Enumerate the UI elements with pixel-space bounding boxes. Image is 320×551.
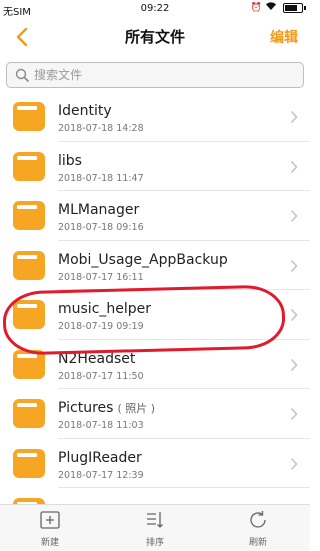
search-icon bbox=[15, 68, 29, 82]
file-date: 2018-07-19 09:19 bbox=[58, 321, 144, 332]
folder-icon bbox=[13, 399, 45, 428]
file-row-plugireader[interactable]: PlugIReader 2018-07-17 12:39 bbox=[0, 439, 310, 489]
battery-icon bbox=[283, 3, 303, 13]
chevron-right-icon bbox=[290, 308, 298, 322]
search-input[interactable] bbox=[34, 68, 274, 82]
search-box[interactable] bbox=[6, 62, 304, 88]
chevron-right-icon bbox=[290, 407, 298, 421]
file-row-mlmanager[interactable]: MLManager 2018-07-18 09:16 bbox=[0, 191, 310, 241]
refresh-button[interactable]: 刷新 bbox=[228, 509, 288, 548]
file-name: libs bbox=[58, 152, 82, 169]
refresh-label: 刷新 bbox=[248, 538, 267, 548]
file-date: 2018-07-18 09:16 bbox=[58, 222, 144, 233]
file-date: 2018-07-17 11:50 bbox=[58, 370, 144, 382]
new-folder-icon bbox=[40, 511, 60, 529]
folder-icon bbox=[13, 498, 45, 504]
file-row-mobi-usage-appbackup[interactable]: Mobi_Usage_AppBackup 2018-07-17 16:11 bbox=[0, 241, 310, 291]
status-bar: 无SIM 09:22 ⏰ bbox=[0, 0, 310, 18]
search-bar bbox=[6, 62, 304, 88]
folder-icon bbox=[13, 349, 45, 379]
folder-icon bbox=[13, 448, 45, 478]
file-name: Mobi_Usage_AppBackup bbox=[58, 251, 228, 268]
chevron-right-icon bbox=[290, 358, 298, 371]
file-date: 2018-07-18 11:47 bbox=[58, 172, 144, 184]
file-date: 2018-07-17 16:11 bbox=[58, 271, 144, 283]
file-row-partial[interactable] bbox=[0, 488, 310, 504]
file-name: Identity bbox=[58, 103, 112, 119]
alarm-icon: ⏰ bbox=[250, 3, 262, 13]
sort-label: 排序 bbox=[145, 538, 164, 548]
edit-button[interactable]: 编辑 bbox=[270, 27, 298, 47]
folder-icon bbox=[13, 250, 45, 280]
new-button[interactable]: 新建 bbox=[20, 509, 80, 548]
status-icons: ⏰ bbox=[251, 2, 306, 14]
refresh-icon bbox=[250, 511, 266, 528]
file-name: PlugIReader bbox=[58, 449, 142, 466]
sort-button[interactable]: 排序 bbox=[125, 509, 185, 548]
file-name: MLManager bbox=[58, 202, 140, 218]
file-date: 2018-07-18 11:03 bbox=[58, 420, 144, 431]
new-label: 新建 bbox=[40, 538, 59, 548]
file-date: 2018-07-17 12:39 bbox=[58, 469, 144, 481]
file-list: Identity 2018-07-18 14:28 libs 2018-07-1… bbox=[0, 92, 310, 504]
file-name: N2Headset bbox=[58, 350, 136, 367]
sort-icon bbox=[147, 512, 163, 528]
page-title: 所有文件 bbox=[124, 28, 185, 46]
folder-icon bbox=[13, 300, 45, 329]
chevron-right-icon bbox=[290, 110, 298, 124]
file-row-identity[interactable]: Identity 2018-07-18 14:28 bbox=[0, 92, 310, 142]
file-row-n2headset[interactable]: N2Headset 2018-07-17 11:50 bbox=[0, 340, 310, 390]
file-row-pictures[interactable]: Pictures( 照片 ) 2018-07-18 11:03 bbox=[0, 389, 310, 439]
wifi-icon bbox=[265, 2, 277, 14]
file-name: music_helper bbox=[58, 301, 152, 317]
chevron-right-icon bbox=[290, 160, 298, 173]
folder-icon bbox=[13, 201, 45, 230]
nav-bar: 所有文件 编辑 bbox=[0, 18, 310, 56]
chevron-right-icon bbox=[290, 457, 298, 470]
chevron-right-icon bbox=[290, 259, 298, 272]
battery-tip bbox=[304, 6, 306, 10]
bottom-toolbar: 新建 排序 刷新 bbox=[0, 504, 310, 551]
chevron-right-icon bbox=[290, 209, 298, 223]
folder-icon bbox=[13, 102, 45, 131]
file-row-music-helper[interactable]: music_helper 2018-07-19 09:19 bbox=[0, 290, 310, 340]
file-date: 2018-07-18 14:28 bbox=[58, 123, 144, 134]
folder-icon bbox=[13, 151, 45, 181]
file-tag: ( 照片 ) bbox=[117, 402, 156, 415]
file-name: Pictures( 照片 ) bbox=[58, 400, 156, 416]
file-row-libs[interactable]: libs 2018-07-18 11:47 bbox=[0, 142, 310, 192]
